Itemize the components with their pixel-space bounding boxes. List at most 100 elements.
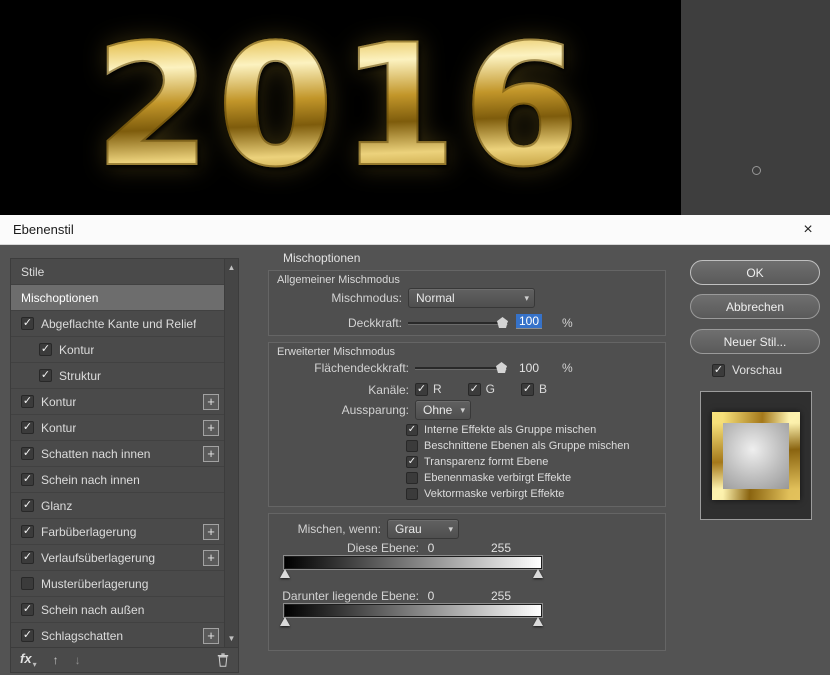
option-checkbox[interactable]: ✓	[406, 456, 418, 468]
canvas-2016-text: 2016	[30, 6, 650, 206]
sidebar-item[interactable]: ✓Kontur+	[11, 415, 224, 441]
style-checkbox[interactable]: ✓	[21, 525, 34, 538]
advanced-option-row[interactable]: Beschnittene Ebenen als Gruppe mischen	[406, 438, 629, 454]
sidebar-item[interactable]: ✓ Schein nach innen	[11, 467, 224, 493]
preview-toggle[interactable]: ✓ Vorschau	[712, 363, 782, 377]
sidebar-item[interactable]: ✓Schatten nach innen+	[11, 441, 224, 467]
knockout-select[interactable]: Ohne ▾	[415, 400, 471, 420]
style-checkbox[interactable]: ✓	[21, 395, 34, 408]
blend-mode-select[interactable]: Normal ▾	[408, 288, 535, 308]
channel-checkbox[interactable]: ✓	[415, 383, 428, 396]
channel-option[interactable]: ✓G	[468, 382, 495, 396]
style-list-items: StileMischoptionen✓Abgeflachte Kante und…	[11, 259, 224, 647]
sidebar-item[interactable]: ✓ Schein nach außen	[11, 597, 224, 623]
close-icon[interactable]: ×	[786, 221, 830, 239]
this-layer-white-handle[interactable]	[533, 569, 543, 578]
advanced-option-row[interactable]: Ebenenmaske verbirgt Effekte	[406, 470, 629, 486]
slider-handle[interactable]	[497, 317, 508, 328]
advanced-option-row[interactable]: ✓ Interne Effekte als Gruppe mischen	[406, 422, 629, 438]
sidebar-item-label: Musterüberlagerung	[41, 577, 148, 591]
this-layer-gradient-bar[interactable]	[284, 556, 542, 569]
advanced-option-row[interactable]: ✓Transparenz formt Ebene	[406, 454, 629, 470]
move-effect-up-icon[interactable]: ↑	[53, 653, 59, 667]
style-list-scrollbar[interactable]: ▲ ▼	[224, 259, 238, 647]
option-checkbox[interactable]	[406, 488, 418, 500]
sidebar-item[interactable]: ✓Glanz	[11, 493, 224, 519]
sidebar-item[interactable]: ✓Struktur	[11, 363, 224, 389]
style-preview	[700, 391, 812, 520]
cancel-button[interactable]: Abbrechen	[690, 294, 820, 319]
style-checkbox[interactable]	[21, 577, 34, 590]
add-effect-icon[interactable]: +	[203, 524, 219, 540]
style-checkbox[interactable]: ✓	[21, 421, 34, 434]
option-label: Ebenenmaske verbirgt Effekte	[424, 472, 571, 484]
new-style-button[interactable]: Neuer Stil...	[690, 329, 820, 354]
underlying-layer-black-handle[interactable]	[280, 617, 290, 626]
knockout-row: Aussparung: Ohne ▾	[269, 400, 665, 422]
style-checkbox[interactable]: ✓	[21, 317, 34, 330]
slider-track	[415, 367, 507, 369]
sidebar-item[interactable]: ✓Schlagschatten+	[11, 623, 224, 647]
style-list: StileMischoptionen✓Abgeflachte Kante und…	[10, 258, 239, 648]
sidebar-item-label: Schein nach außen	[41, 603, 144, 617]
sidebar-item-label: Schein nach innen	[41, 473, 140, 487]
sidebar-item[interactable]: Mischoptionen	[11, 285, 224, 311]
option-label: Vektormaske verbirgt Effekte	[424, 488, 564, 500]
channel-checkbox[interactable]: ✓	[521, 383, 534, 396]
channel-checkbox[interactable]: ✓	[468, 383, 481, 396]
style-checkbox[interactable]: ✓	[21, 447, 34, 460]
fill-opacity-input[interactable]: 100	[519, 361, 539, 375]
underlying-layer-white-handle[interactable]	[533, 617, 543, 626]
chevron-down-icon: ▾	[448, 524, 453, 535]
scroll-down-icon[interactable]: ▼	[228, 634, 236, 643]
sidebar-item[interactable]: ✓Verlaufsüberlagerung+	[11, 545, 224, 571]
opacity-input[interactable]: 100	[516, 314, 542, 329]
style-checkbox[interactable]: ✓	[21, 629, 34, 642]
dialog-title: Ebenenstil	[13, 222, 74, 237]
sidebar-item-label: Kontur	[41, 395, 76, 409]
option-checkbox[interactable]: ✓	[406, 424, 418, 436]
preview-checkbox[interactable]: ✓	[712, 364, 725, 377]
channel-option[interactable]: ✓B	[521, 382, 547, 396]
dialog-titlebar[interactable]: Ebenenstil ×	[0, 215, 830, 245]
move-effect-down-icon[interactable]: ↓	[75, 653, 81, 667]
option-checkbox[interactable]	[406, 440, 418, 452]
style-checkbox[interactable]: ✓	[21, 603, 34, 616]
sidebar-item[interactable]: ✓Kontur	[11, 337, 224, 363]
add-effect-icon[interactable]: +	[203, 628, 219, 644]
photoshop-window: 2016 Ebenenstil × StileMischoptionen✓Abg…	[0, 0, 830, 675]
add-effect-icon[interactable]: +	[203, 394, 219, 410]
style-checkbox[interactable]: ✓	[21, 551, 34, 564]
channel-option[interactable]: ✓R	[415, 382, 442, 396]
style-checkbox[interactable]: ✓	[39, 369, 52, 382]
sidebar-item[interactable]: ✓Farbüberlagerung+	[11, 519, 224, 545]
ok-button[interactable]: OK	[690, 260, 820, 285]
style-checkbox[interactable]: ✓	[39, 343, 52, 356]
add-effect-icon[interactable]: +	[203, 446, 219, 462]
add-effect-icon[interactable]: +	[203, 420, 219, 436]
this-layer-black-handle[interactable]	[280, 569, 290, 578]
delete-effect-icon[interactable]	[217, 653, 229, 667]
sidebar-item[interactable]: ✓ Kontur +	[11, 389, 224, 415]
style-checkbox[interactable]: ✓	[21, 473, 34, 486]
fill-opacity-slider[interactable]	[415, 361, 507, 375]
slider-handle[interactable]	[496, 362, 507, 373]
opacity-label: Deckkraft:	[269, 316, 402, 330]
scroll-up-icon[interactable]: ▲	[228, 263, 236, 272]
style-checkbox[interactable]: ✓	[21, 499, 34, 512]
opacity-slider[interactable]	[408, 316, 508, 330]
sidebar-item[interactable]: Musterüberlagerung	[11, 571, 224, 597]
this-layer-label: Diese Ebene:	[269, 541, 419, 555]
advanced-blend-group: Erweiterter Mischmodus Flächendeckkraft:…	[268, 342, 666, 507]
add-effect-icon[interactable]: +	[203, 550, 219, 566]
underlying-layer-gradient-bar[interactable]	[284, 604, 542, 617]
sidebar-item[interactable]: ✓Abgeflachte Kante und Relief	[11, 311, 224, 337]
fx-icon[interactable]: fx▾	[20, 651, 37, 669]
blend-if-group: Mischen, wenn: Grau ▾ Diese Ebene: 0 255…	[268, 513, 666, 651]
this-layer-max: 255	[481, 541, 521, 555]
option-checkbox[interactable]	[406, 472, 418, 484]
option-label: Interne Effekte als Gruppe mischen	[424, 424, 596, 436]
blend-if-select[interactable]: Grau ▾	[387, 519, 459, 539]
sidebar-item[interactable]: Stile	[11, 259, 224, 285]
advanced-option-row[interactable]: Vektormaske verbirgt Effekte	[406, 486, 629, 502]
